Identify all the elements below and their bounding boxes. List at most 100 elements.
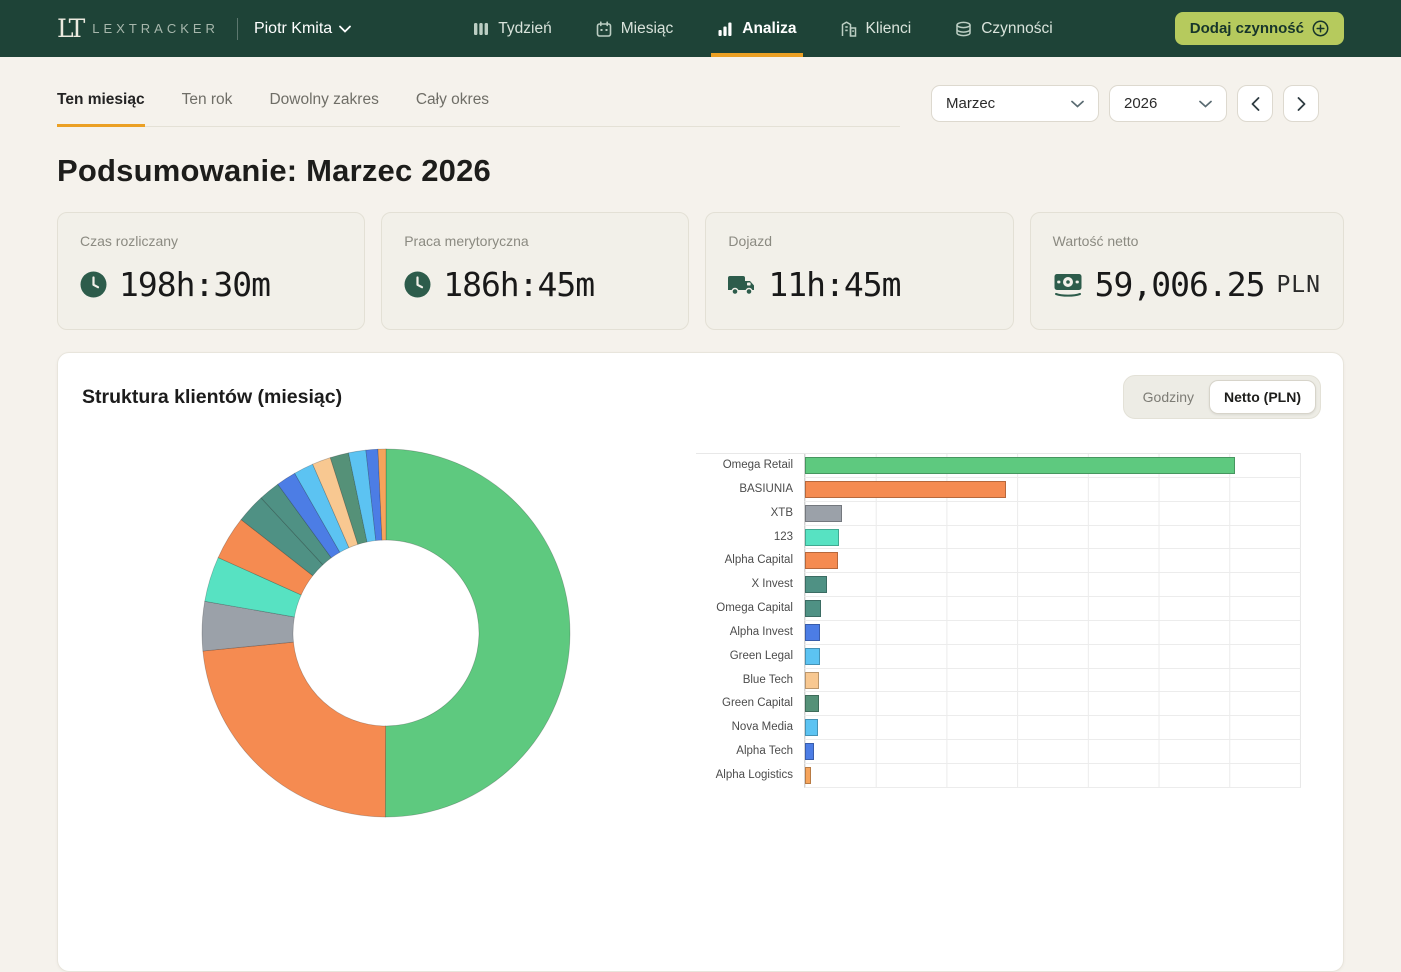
bar-track	[804, 502, 1301, 526]
bar-row: Alpha Invest	[696, 621, 1301, 645]
stack-icon	[955, 21, 972, 37]
bar[interactable]	[805, 457, 1235, 474]
stat-value: 59,006.25	[1095, 265, 1265, 304]
bar[interactable]	[805, 552, 838, 569]
bar-row: Alpha Capital	[696, 549, 1301, 573]
bar[interactable]	[805, 648, 820, 665]
nav-item-analiza[interactable]: Analiza	[717, 0, 796, 57]
donut-chart[interactable]	[196, 443, 576, 823]
stat-label: Czas rozliczany	[80, 233, 342, 249]
period-controls: Marzec 2026	[931, 85, 1319, 122]
user-menu[interactable]: Piotr Kmita	[254, 20, 351, 38]
bar-track	[804, 526, 1301, 550]
nav-item-label: Czynności	[981, 20, 1053, 38]
bar-track	[804, 454, 1301, 478]
bar-row: Blue Tech	[696, 669, 1301, 693]
stat-label: Dojazd	[728, 233, 990, 249]
logo-mark: LT	[57, 16, 82, 41]
nav-item-label: Miesiąc	[621, 20, 674, 38]
bar-label: XTB	[696, 502, 804, 526]
bar-track	[804, 597, 1301, 621]
bar-label: Alpha Capital	[696, 549, 804, 573]
bar-row: Alpha Logistics	[696, 764, 1301, 788]
donut-segment[interactable]	[385, 449, 570, 817]
bar-label: Green Capital	[696, 692, 804, 716]
main-nav: Tydzień Miesiąc Analiza Klienci Czynnośc…	[351, 0, 1175, 57]
bar-label: Alpha Tech	[696, 740, 804, 764]
year-select[interactable]: 2026	[1109, 85, 1227, 122]
truck-icon	[728, 272, 756, 298]
toggle-godziny[interactable]: Godziny	[1128, 380, 1209, 414]
chevron-down-icon	[1199, 100, 1212, 108]
bar-chart[interactable]: Omega RetailBASIUNIAXTB123Alpha CapitalX…	[696, 453, 1301, 788]
bar[interactable]	[805, 624, 820, 641]
chevron-right-icon	[1297, 97, 1306, 111]
bar-track	[804, 478, 1301, 502]
bar-label: Omega Retail	[696, 454, 804, 478]
bar-label: X Invest	[696, 573, 804, 597]
nav-item-miesiac[interactable]: Miesiąc	[596, 0, 674, 57]
bar[interactable]	[805, 481, 1006, 498]
bar-row: Green Legal	[696, 645, 1301, 669]
bar[interactable]	[805, 767, 811, 784]
stat-value-suffix: PLN	[1276, 272, 1321, 298]
bar-label: BASIUNIA	[696, 478, 804, 502]
nav-item-czynnosci[interactable]: Czynności	[955, 0, 1053, 57]
bar[interactable]	[805, 600, 821, 617]
stat-value: 198h:30m	[119, 265, 270, 304]
tab-ten-miesiac[interactable]: Ten miesiąc	[57, 85, 145, 126]
calendar-icon	[596, 21, 612, 37]
nav-item-tydzien[interactable]: Tydzień	[473, 0, 551, 57]
bar-label: Alpha Invest	[696, 621, 804, 645]
week-icon	[473, 21, 489, 37]
bar[interactable]	[805, 672, 819, 689]
chevron-down-icon	[1071, 100, 1084, 108]
stat-card-praca-merytoryczna: Praca merytoryczna 186h:45m	[381, 212, 689, 330]
stat-value: 186h:45m	[443, 265, 594, 304]
bar[interactable]	[805, 719, 818, 736]
month-select[interactable]: Marzec	[931, 85, 1099, 122]
bar-track	[804, 573, 1301, 597]
bar-chart-icon	[717, 21, 733, 37]
bar[interactable]	[805, 743, 814, 760]
donut-segment[interactable]	[203, 642, 386, 817]
clock-icon	[80, 271, 107, 298]
tab-caly-okres[interactable]: Cały okres	[416, 85, 489, 126]
panel-title: Struktura klientów (miesiąc)	[82, 386, 342, 409]
bar-track	[804, 692, 1301, 716]
stat-value: 11h:45m	[768, 265, 900, 304]
bar-label: Green Legal	[696, 645, 804, 669]
bar-row: Green Capital	[696, 692, 1301, 716]
tab-ten-rok[interactable]: Ten rok	[182, 85, 233, 126]
plus-circle-icon	[1312, 20, 1329, 37]
chevron-left-icon	[1251, 97, 1260, 111]
bar[interactable]	[805, 529, 839, 546]
bar-row: Omega Capital	[696, 597, 1301, 621]
nav-item-label: Klienci	[866, 20, 912, 38]
next-period-button[interactable]	[1283, 85, 1319, 122]
tab-dowolny-zakres[interactable]: Dowolny zakres	[269, 85, 378, 126]
nav-item-klienci[interactable]: Klienci	[841, 0, 912, 57]
add-activity-button[interactable]: Dodaj czynność	[1175, 12, 1344, 45]
bar-chart-rows: Omega RetailBASIUNIAXTB123Alpha CapitalX…	[696, 453, 1301, 788]
bar-track	[804, 549, 1301, 573]
unit-toggle: Godziny Netto (PLN)	[1123, 375, 1321, 419]
nav-item-label: Analiza	[742, 20, 796, 38]
bar-row: X Invest	[696, 573, 1301, 597]
prev-period-button[interactable]	[1237, 85, 1273, 122]
bar[interactable]	[805, 576, 827, 593]
bar-label: 123	[696, 526, 804, 550]
bar-track	[804, 740, 1301, 764]
stat-card-wartosc-netto: Wartość netto 59,006.25 PLN	[1030, 212, 1344, 330]
bar-track	[804, 621, 1301, 645]
bar[interactable]	[805, 695, 819, 712]
bar-track	[804, 669, 1301, 693]
bar-row: 123	[696, 526, 1301, 550]
bar-row: Omega Retail	[696, 454, 1301, 478]
divider	[237, 18, 238, 40]
brand[interactable]: LT LEXTRACKER	[57, 16, 219, 41]
toggle-netto-pln[interactable]: Netto (PLN)	[1209, 380, 1316, 414]
bar-track	[804, 764, 1301, 788]
bar[interactable]	[805, 505, 842, 522]
nav-item-label: Tydzień	[498, 20, 551, 38]
